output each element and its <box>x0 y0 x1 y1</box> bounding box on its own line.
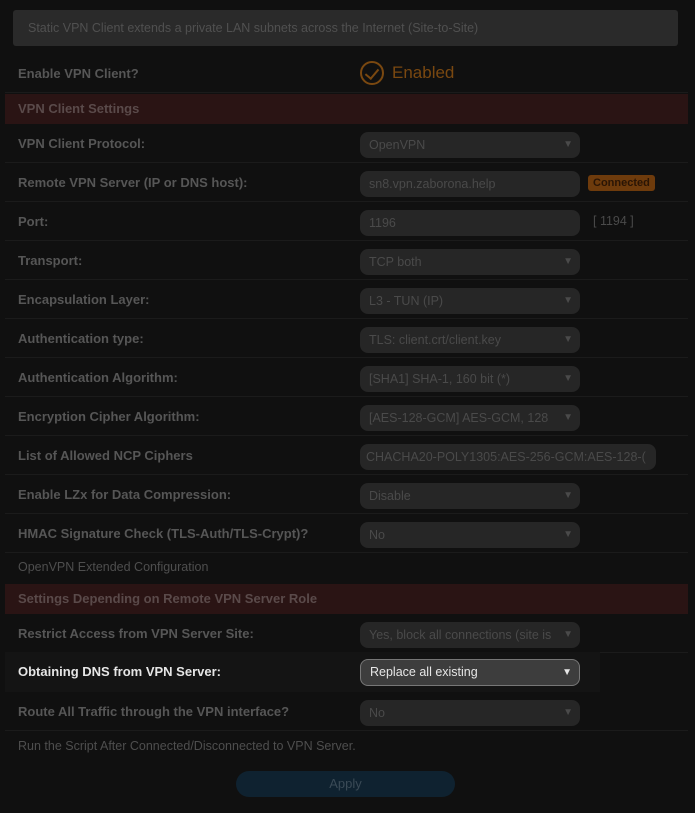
enable-label: Enable VPN Client? <box>18 66 139 81</box>
dns-row: Obtaining DNS from VPN Server: Replace a… <box>5 652 600 692</box>
script-note: Run the Script After Connected/Disconnec… <box>18 739 356 753</box>
auth-type-value: TLS: client.crt/client.key <box>369 333 501 347</box>
dns-select[interactable]: Replace all existing ▼ <box>360 659 580 686</box>
ncp-input[interactable]: CHACHA20-POLY1305:AES-256-GCM:AES-128-( <box>360 444 656 470</box>
auth-algo-label: Authentication Algorithm: <box>18 370 178 385</box>
port-input[interactable]: 1196 <box>360 210 580 236</box>
chevron-down-icon: ▼ <box>563 373 573 384</box>
auth-type-select[interactable]: TLS: client.crt/client.key ▼ <box>360 327 580 353</box>
server-input[interactable]: sn8.vpn.zaborona.help <box>360 171 580 197</box>
hmac-value: No <box>369 528 385 542</box>
chevron-down-icon: ▼ <box>563 529 573 540</box>
route-select[interactable]: No ▼ <box>360 700 580 726</box>
hmac-row: HMAC Signature Check (TLS-Auth/TLS-Crypt… <box>5 514 688 553</box>
protocol-value: OpenVPN <box>369 138 426 152</box>
restrict-select[interactable]: Yes, block all connections (site is ▼ <box>360 622 580 648</box>
transport-value: TCP both <box>369 255 422 269</box>
server-label: Remote VPN Server (IP or DNS host): <box>18 175 248 190</box>
connection-status-badge: Connected <box>588 175 655 191</box>
route-row: Route All Traffic through the VPN interf… <box>5 692 688 731</box>
ncp-row: List of Allowed NCP Ciphers CHACHA20-POL… <box>5 436 688 475</box>
chevron-down-icon: ▼ <box>563 334 573 345</box>
protocol-label: VPN Client Protocol: <box>18 136 146 151</box>
cipher-row: Encryption Cipher Algorithm: [AES-128-GC… <box>5 397 688 436</box>
dns-value: Replace all existing <box>370 665 478 679</box>
encapsulation-row: Encapsulation Layer: L3 - TUN (IP) ▼ <box>5 280 688 319</box>
auth-type-row: Authentication type: TLS: client.crt/cli… <box>5 319 688 358</box>
chevron-down-icon: ▼ <box>563 629 573 640</box>
auth-algo-row: Authentication Algorithm: [SHA1] SHA-1, … <box>5 358 688 397</box>
port-row: Port: 1196 [ 1194 ] <box>5 202 688 241</box>
chevron-down-icon: ▼ <box>562 667 572 678</box>
section-client-settings: VPN Client Settings <box>5 94 688 124</box>
server-row: Remote VPN Server (IP or DNS host): sn8.… <box>5 163 688 202</box>
check-circle-icon <box>360 61 384 85</box>
auth-algo-value: [SHA1] SHA-1, 160 bit (*) <box>369 372 511 386</box>
lzx-label: Enable LZx for Data Compression: <box>18 487 232 502</box>
chevron-down-icon: ▼ <box>563 707 573 718</box>
port-default-hint: [ 1194 ] <box>593 214 634 228</box>
restrict-row: Restrict Access from VPN Server Site: Ye… <box>5 614 688 653</box>
lzx-select[interactable]: Disable ▼ <box>360 483 580 509</box>
dns-label: Obtaining DNS from VPN Server: <box>18 664 221 679</box>
encapsulation-label: Encapsulation Layer: <box>18 292 150 307</box>
encapsulation-select[interactable]: L3 - TUN (IP) ▼ <box>360 288 580 314</box>
lzx-row: Enable LZx for Data Compression: Disable… <box>5 475 688 514</box>
transport-row: Transport: TCP both ▼ <box>5 241 688 280</box>
transport-label: Transport: <box>18 253 83 268</box>
cipher-value: [AES-128-GCM] AES-GCM, 128 <box>369 411 549 425</box>
vpn-client-page: Static VPN Client extends a private LAN … <box>0 0 695 813</box>
protocol-select[interactable]: OpenVPN ▼ <box>360 132 580 158</box>
protocol-row: VPN Client Protocol: OpenVPN ▼ <box>5 124 688 163</box>
port-label: Port: <box>18 214 49 229</box>
section-server-role: Settings Depending on Remote VPN Server … <box>5 584 688 614</box>
cipher-select[interactable]: [AES-128-GCM] AES-GCM, 128 ▼ <box>360 405 580 431</box>
chevron-down-icon: ▼ <box>563 412 573 423</box>
restrict-label: Restrict Access from VPN Server Site: <box>18 626 254 641</box>
hmac-label: HMAC Signature Check (TLS-Auth/TLS-Crypt… <box>18 526 309 541</box>
chevron-down-icon: ▼ <box>563 295 573 306</box>
chevron-down-icon: ▼ <box>563 139 573 150</box>
route-value: No <box>369 706 385 720</box>
auth-algo-select[interactable]: [SHA1] SHA-1, 160 bit (*) ▼ <box>360 366 580 392</box>
chevron-down-icon: ▼ <box>563 256 573 267</box>
extended-config-link[interactable]: OpenVPN Extended Configuration <box>18 560 208 574</box>
lzx-value: Disable <box>369 489 411 503</box>
enable-row: Enable VPN Client? Enabled <box>5 54 688 93</box>
chevron-down-icon: ▼ <box>563 490 573 501</box>
enable-toggle[interactable]: Enabled <box>360 59 454 87</box>
restrict-value: Yes, block all connections (site is <box>369 628 552 642</box>
enable-value: Enabled <box>392 63 455 82</box>
route-label: Route All Traffic through the VPN interf… <box>18 704 290 719</box>
ncp-label: List of Allowed NCP Ciphers <box>18 448 193 463</box>
hmac-select[interactable]: No ▼ <box>360 522 580 548</box>
info-banner: Static VPN Client extends a private LAN … <box>13 10 678 46</box>
cipher-label: Encryption Cipher Algorithm: <box>18 409 200 424</box>
auth-type-label: Authentication type: <box>18 331 144 346</box>
apply-button[interactable]: Apply <box>236 771 455 797</box>
transport-select[interactable]: TCP both ▼ <box>360 249 580 275</box>
encapsulation-value: L3 - TUN (IP) <box>369 294 444 308</box>
